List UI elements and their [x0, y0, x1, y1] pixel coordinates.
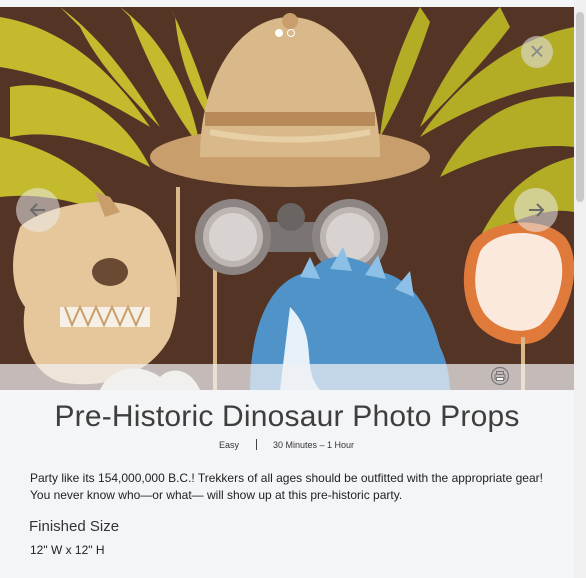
arrow-right-icon — [529, 203, 545, 217]
finished-size-value: 12" W x 12" H — [30, 543, 105, 557]
scrollbar-thumb[interactable] — [576, 12, 584, 202]
printer-icon — [490, 366, 510, 386]
print-button[interactable] — [490, 366, 510, 386]
arrow-left-icon — [29, 203, 45, 217]
carousel-dots — [275, 29, 295, 37]
project-title: Pre-Historic Dinosaur Photo Props — [54, 400, 520, 433]
close-button[interactable]: × — [521, 36, 553, 68]
project-meta: Easy 30 Minutes – 1 Hour — [0, 439, 574, 454]
project-modal: × Pre-Historic Dinosaur Photo Props Easy… — [0, 0, 574, 578]
finished-size-heading: Finished Size — [29, 518, 120, 535]
image-caption-bar — [0, 364, 574, 390]
next-slide-button[interactable] — [514, 188, 558, 232]
carousel-dot-2[interactable] — [287, 29, 295, 37]
time-label: 30 Minutes – 1 Hour — [273, 440, 355, 450]
meta-divider — [256, 439, 257, 450]
difficulty-label: Easy — [219, 440, 240, 450]
project-description: Party like its 154,000,000 B.C.! Trekker… — [30, 471, 543, 502]
carousel-dot-1[interactable] — [275, 29, 283, 37]
vertical-scrollbar[interactable] — [574, 0, 586, 578]
close-icon: × — [529, 36, 545, 66]
prev-slide-button[interactable] — [16, 188, 60, 232]
hero-image: × — [0, 7, 574, 390]
photo-props-image — [0, 7, 574, 390]
